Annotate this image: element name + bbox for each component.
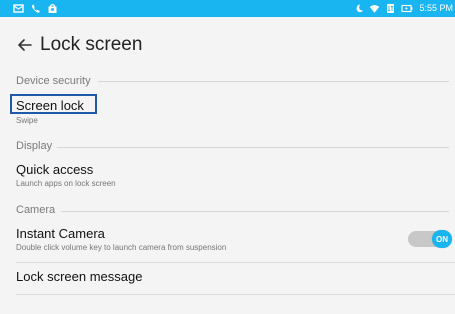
instant-camera-title: Instant Camera: [16, 226, 105, 241]
toggle-knob: ON: [432, 230, 452, 248]
quick-access-row[interactable]: Quick access Launch apps on lock screen: [0, 161, 455, 195]
instant-camera-row[interactable]: Instant Camera Double click volume key t…: [0, 225, 455, 259]
lock-screen-message-title: Lock screen message: [16, 269, 143, 284]
section-divider: [98, 81, 449, 82]
status-time: 5:55 PM: [419, 3, 453, 13]
instant-camera-summary: Double click volume key to launch camera…: [16, 243, 227, 252]
toolbar: Lock screen: [0, 17, 455, 69]
screen-lock-row[interactable]: Screen lock Swipe: [0, 95, 455, 131]
section-header-display: Display: [16, 140, 53, 152]
status-left-icons: [13, 0, 58, 17]
status-right-icons: 5:55 PM: [353, 0, 453, 17]
arrow-back-icon[interactable]: [16, 36, 34, 54]
status-bar: 5:55 PM: [0, 0, 455, 17]
moon-icon: [353, 3, 364, 14]
phone-icon: [30, 3, 41, 14]
quick-access-summary: Launch apps on lock screen: [16, 179, 116, 188]
section-divider: [57, 147, 449, 148]
screen-lock-title: Screen lock: [16, 98, 84, 113]
row-divider: [16, 262, 455, 263]
lock-screen-message-row[interactable]: Lock screen message: [0, 264, 455, 294]
store-icon: [47, 3, 58, 14]
data-transfer-icon: [385, 3, 396, 14]
section-divider: [61, 211, 449, 212]
section-header-camera: Camera: [16, 204, 56, 216]
quick-access-title: Quick access: [16, 162, 94, 177]
section-header-device-security: Device security: [16, 75, 91, 87]
instant-camera-toggle[interactable]: ON: [408, 230, 452, 248]
lock-screen-settings: 5:55 PM Lock screen Device security Scre…: [0, 0, 455, 314]
battery-icon: [401, 3, 413, 14]
page-title: Lock screen: [40, 34, 143, 55]
wifi-icon: [369, 3, 380, 14]
row-divider: [16, 294, 455, 295]
screen-lock-summary: Swipe: [16, 116, 38, 125]
mail-icon: [13, 3, 24, 14]
